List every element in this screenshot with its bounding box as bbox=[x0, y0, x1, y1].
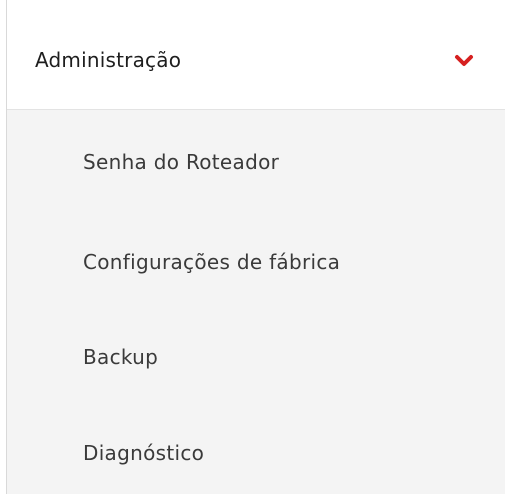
section-header-administracao[interactable]: Administração bbox=[7, 0, 505, 110]
menu-item-configuracoes-de-fabrica[interactable]: Configurações de fábrica bbox=[83, 250, 340, 274]
chevron-down-icon[interactable] bbox=[454, 54, 474, 68]
submenu: Senha do Roteador Configurações de fábri… bbox=[7, 110, 505, 494]
menu-item-backup[interactable]: Backup bbox=[83, 345, 158, 369]
sidebar-menu: Administração Senha do Roteador Configur… bbox=[0, 0, 505, 494]
section-header-label: Administração bbox=[35, 48, 182, 72]
menu-item-senha-do-roteador[interactable]: Senha do Roteador bbox=[83, 150, 279, 174]
menu-item-diagnostico[interactable]: Diagnóstico bbox=[83, 441, 204, 465]
